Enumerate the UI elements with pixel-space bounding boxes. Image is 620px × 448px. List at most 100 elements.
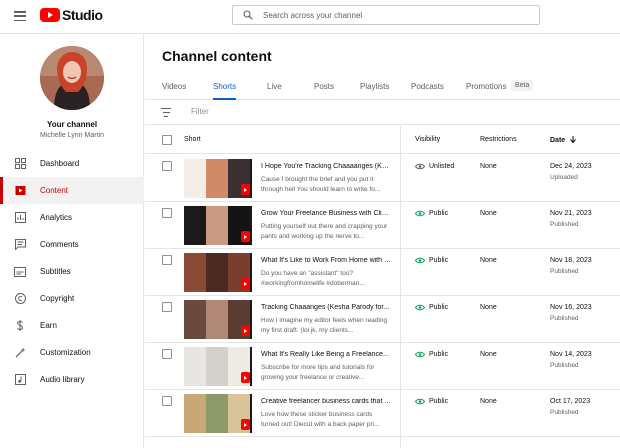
row-checkbox[interactable] bbox=[162, 349, 172, 359]
short-title[interactable]: Creative freelancer business cards that … bbox=[261, 398, 391, 405]
beta-badge: Beta bbox=[511, 80, 534, 91]
visibility-cell[interactable]: Public bbox=[415, 210, 448, 217]
visibility-label: Public bbox=[429, 351, 449, 358]
sidebar-item-label: Customization bbox=[40, 348, 91, 357]
sidebar-item-customization[interactable]: Customization bbox=[0, 339, 144, 366]
sidebar-item-comments[interactable]: Comments bbox=[0, 231, 144, 258]
row-checkbox[interactable] bbox=[162, 302, 172, 312]
restrictions-cell: None bbox=[480, 351, 497, 358]
date-cell: Oct 17, 2023 bbox=[550, 398, 591, 405]
short-thumbnail[interactable] bbox=[184, 300, 252, 339]
column-visibility[interactable]: Visibility bbox=[415, 136, 440, 143]
sidebar-item-content[interactable]: Content bbox=[0, 177, 144, 204]
sidebar-item-analytics[interactable]: Analytics bbox=[0, 204, 144, 231]
sidebar-item-label: Audio library bbox=[40, 375, 85, 384]
tab-posts[interactable]: Posts bbox=[314, 82, 334, 98]
visibility-label: Unlisted bbox=[429, 163, 455, 170]
search-input[interactable] bbox=[263, 10, 523, 20]
tab-playlists[interactable]: Playlists bbox=[360, 82, 389, 98]
date-cell: Nov 21, 2023 bbox=[550, 210, 592, 217]
channel-title: Your channel bbox=[46, 120, 98, 129]
status-cell: Published bbox=[550, 268, 579, 275]
restrictions-cell: None bbox=[480, 210, 497, 217]
status-cell: Published bbox=[550, 221, 579, 228]
sidebar-nav: Dashboard Content Analytics Comments Sub… bbox=[0, 150, 144, 393]
short-description: Love how these sticker business cards tu… bbox=[261, 411, 380, 428]
short-title[interactable]: Grow Your Freelance Business with Client… bbox=[261, 210, 391, 217]
earn-icon bbox=[14, 320, 26, 332]
filter-icon[interactable] bbox=[161, 108, 171, 117]
date-cell: Nov 14, 2023 bbox=[550, 351, 592, 358]
avatar[interactable] bbox=[40, 46, 104, 110]
restrictions-cell: None bbox=[480, 398, 497, 405]
table-header: Short Visibility Restrictions Date bbox=[145, 126, 620, 154]
tab-promotions[interactable]: Promotions bbox=[466, 82, 506, 98]
short-title[interactable]: What It's Like to Work From Home with a.… bbox=[261, 257, 391, 264]
shorts-icon bbox=[241, 278, 250, 289]
table-row[interactable]: Tracking Chaaanges (Kesha Parody for... … bbox=[145, 296, 620, 343]
sidebar-item-copyright[interactable]: Copyright bbox=[0, 285, 144, 312]
visibility-cell[interactable]: Unlisted bbox=[415, 163, 454, 170]
sidebar-item-earn[interactable]: Earn bbox=[0, 312, 144, 339]
tab-live[interactable]: Live bbox=[267, 82, 282, 98]
column-date[interactable]: Date bbox=[550, 136, 577, 144]
analytics-icon bbox=[14, 212, 26, 224]
table-row[interactable]: Creative freelancer business cards that … bbox=[145, 390, 620, 437]
table-row[interactable]: I Hope You're Tracking Chaaaanges (Kes..… bbox=[145, 155, 620, 202]
short-title[interactable]: Tracking Chaaanges (Kesha Parody for... bbox=[261, 304, 391, 311]
top-bar: Studio bbox=[0, 0, 620, 34]
visibility-cell[interactable]: Public bbox=[415, 304, 448, 311]
audio-library-icon bbox=[14, 374, 26, 386]
short-thumbnail[interactable] bbox=[184, 394, 252, 433]
visibility-label: Public bbox=[429, 210, 449, 217]
public-eye-icon bbox=[415, 210, 425, 217]
sidebar-item-dashboard[interactable]: Dashboard bbox=[0, 150, 144, 177]
search-box[interactable] bbox=[232, 5, 540, 25]
short-description: How I imagine my editor feels when readi… bbox=[261, 317, 388, 334]
status-cell: Published bbox=[550, 409, 579, 416]
table-row[interactable]: Grow Your Freelance Business with Client… bbox=[145, 202, 620, 249]
subtitles-icon bbox=[14, 266, 26, 278]
short-thumbnail[interactable] bbox=[184, 159, 252, 198]
comments-icon bbox=[14, 239, 26, 251]
sidebar-item-label: Content bbox=[40, 186, 69, 195]
visibility-label: Public bbox=[429, 398, 449, 405]
sidebar-item-audio-library[interactable]: Audio library bbox=[0, 366, 144, 393]
studio-logo[interactable]: Studio bbox=[40, 7, 103, 23]
short-description: Putting yourself out there and crapping … bbox=[261, 223, 388, 240]
short-thumbnail[interactable] bbox=[184, 347, 252, 386]
channel-name: Michelle Lynn Martin bbox=[40, 132, 104, 139]
row-checkbox[interactable] bbox=[162, 161, 172, 171]
select-all-checkbox[interactable] bbox=[162, 135, 172, 145]
row-checkbox[interactable] bbox=[162, 396, 172, 406]
visibility-cell[interactable]: Public bbox=[415, 257, 448, 264]
dashboard-icon bbox=[14, 158, 26, 170]
date-cell: Nov 18, 2023 bbox=[550, 257, 592, 264]
tab-videos[interactable]: Videos bbox=[162, 82, 186, 98]
short-thumbnail[interactable] bbox=[184, 206, 252, 245]
tab-podcasts[interactable]: Podcasts bbox=[411, 82, 444, 98]
short-description: Cause I brought the brief and you put it… bbox=[261, 176, 381, 193]
short-title[interactable]: I Hope You're Tracking Chaaaanges (Kes..… bbox=[261, 163, 391, 170]
table-row[interactable]: What It's Like to Work From Home with a.… bbox=[145, 249, 620, 296]
visibility-cell[interactable]: Public bbox=[415, 398, 448, 405]
tab-shorts[interactable]: Shorts bbox=[213, 82, 237, 100]
public-eye-icon bbox=[415, 257, 425, 264]
row-checkbox[interactable] bbox=[162, 255, 172, 265]
filter-input[interactable] bbox=[191, 107, 391, 116]
public-eye-icon bbox=[415, 304, 425, 311]
short-description: Subscribe for more tips and tutorials fo… bbox=[261, 364, 375, 381]
sidebar-item-label: Comments bbox=[40, 240, 79, 249]
short-title[interactable]: What It's Really Like Being a Freelance.… bbox=[261, 351, 391, 358]
row-checkbox[interactable] bbox=[162, 208, 172, 218]
shorts-icon bbox=[241, 231, 250, 242]
column-restrictions[interactable]: Restrictions bbox=[480, 136, 517, 143]
restrictions-cell: None bbox=[480, 304, 497, 311]
sidebar-item-subtitles[interactable]: Subtitles bbox=[0, 258, 144, 285]
short-thumbnail[interactable] bbox=[184, 253, 252, 292]
visibility-cell[interactable]: Public bbox=[415, 351, 448, 358]
menu-icon[interactable] bbox=[14, 11, 26, 21]
table-row[interactable]: What It's Really Like Being a Freelance.… bbox=[145, 343, 620, 390]
page-title: Channel content bbox=[162, 48, 272, 64]
visibility-label: Public bbox=[429, 304, 449, 311]
